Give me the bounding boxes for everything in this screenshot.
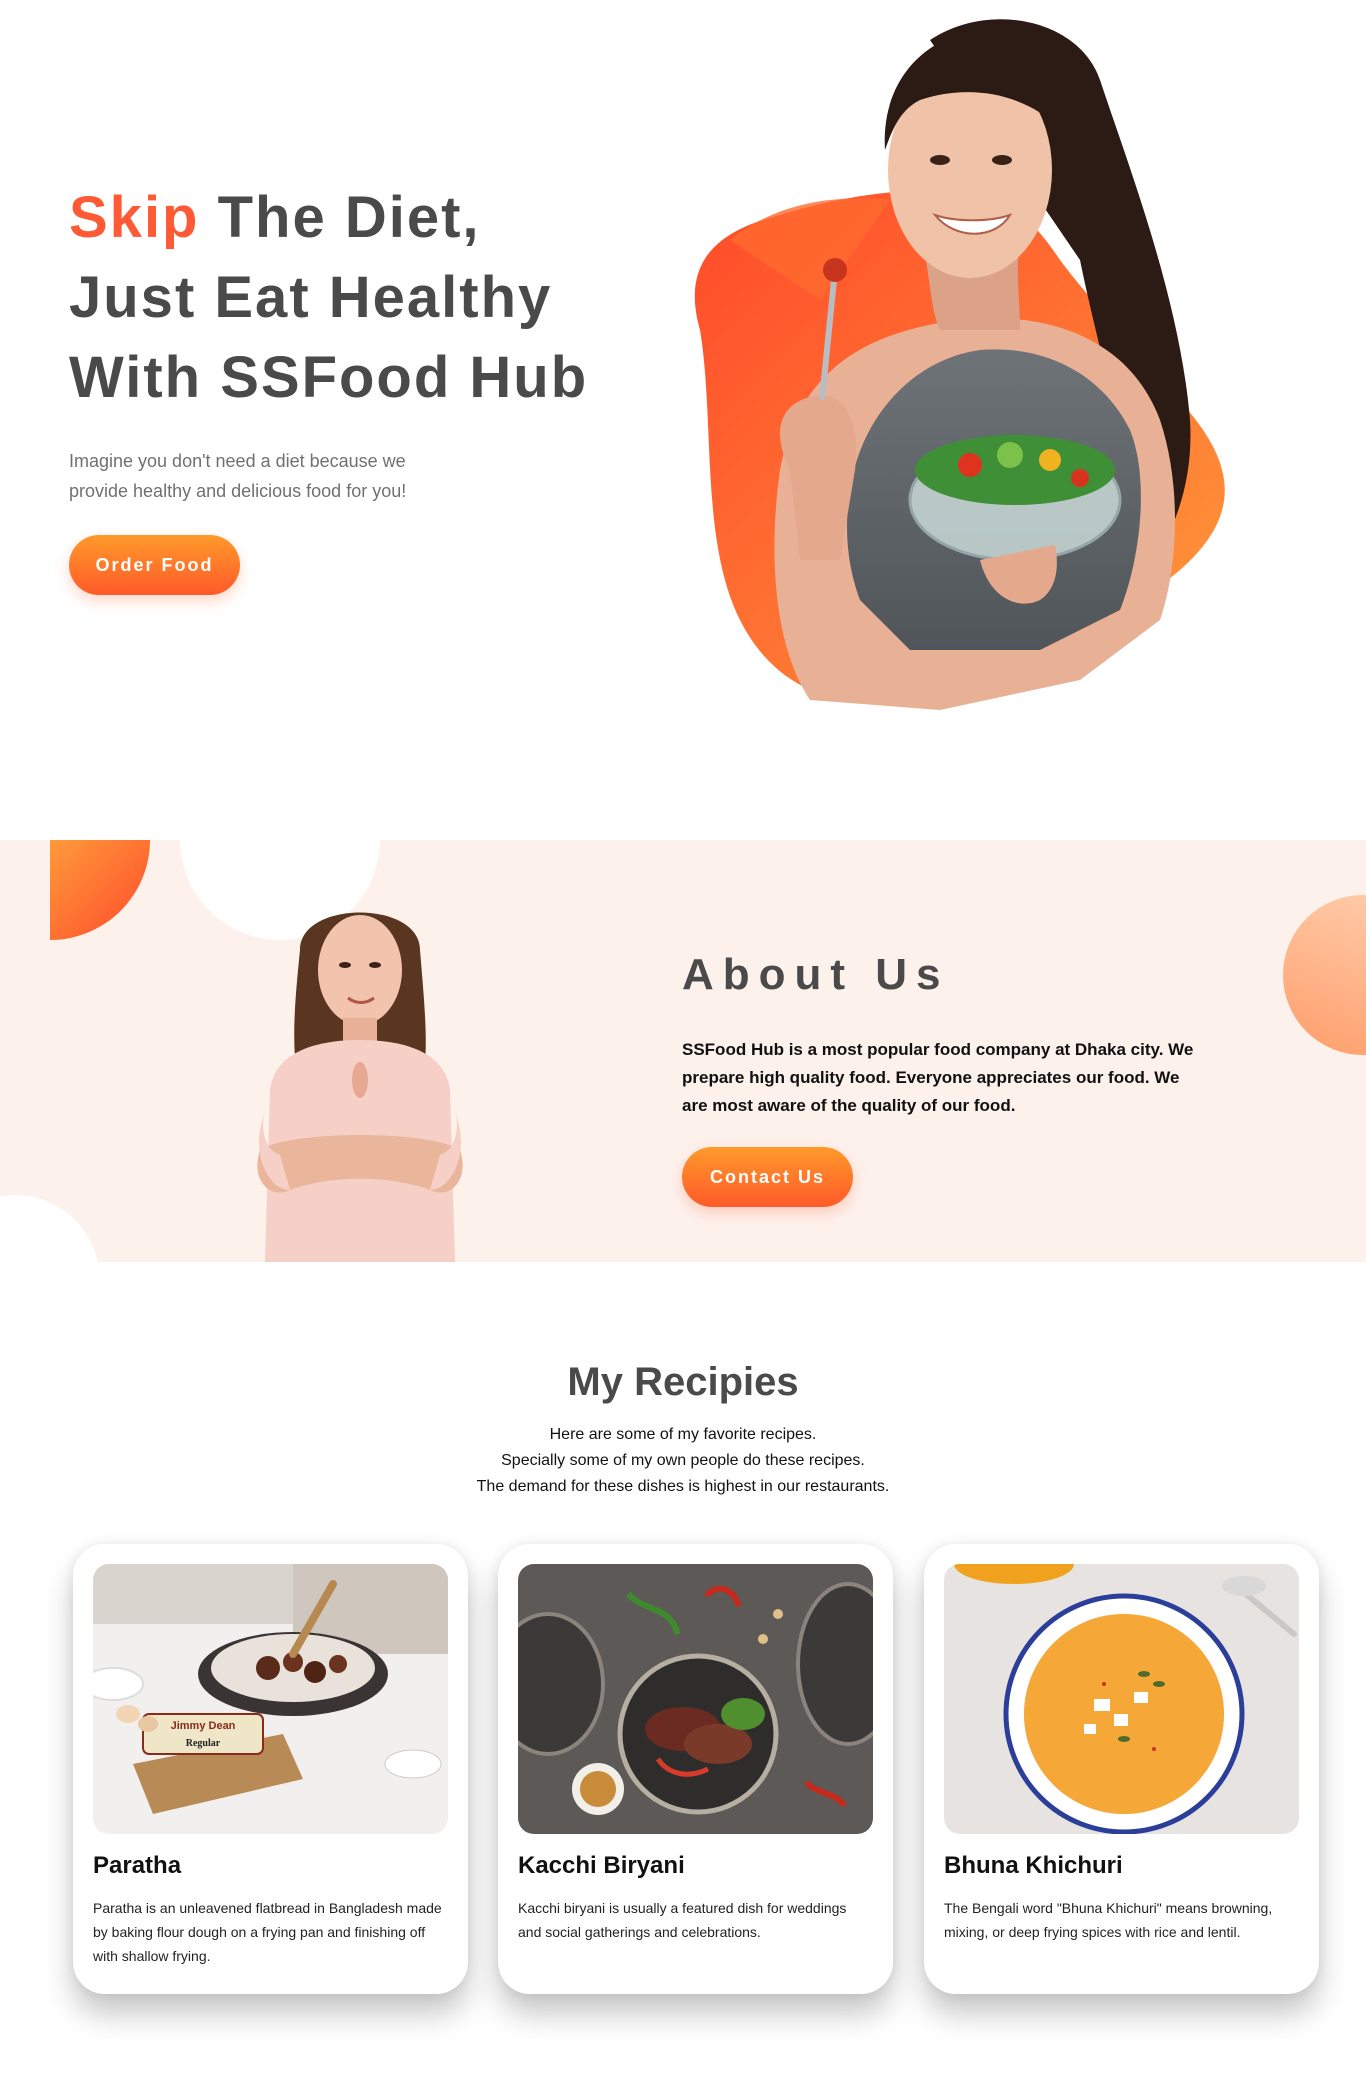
- recipe-card-bhuna-khichuri[interactable]: Bhuna Khichuri The Bengali word "Bhuna K…: [924, 1544, 1319, 1994]
- decorative-quarter-circle: [50, 840, 150, 940]
- recipes-title: My Recipies: [567, 1360, 799, 1404]
- package-label-bottom: Regular: [186, 1738, 221, 1749]
- contact-us-button[interactable]: Contact Us: [682, 1147, 853, 1207]
- recipes-intro-line: The demand for these dishes is highest i…: [476, 1478, 890, 1495]
- decorative-peach-circle: [1283, 895, 1366, 1055]
- recipe-card-description: The Bengali word "Bhuna Khichuri" means …: [944, 1900, 1273, 1940]
- decorative-white-circle: [0, 1195, 100, 1262]
- about-description: SSFood Hub is a most popular food compan…: [682, 1040, 1194, 1115]
- bhuna-khichuri-image: [944, 1564, 1299, 1834]
- hero-title-line3: With SSFood Hub: [69, 345, 589, 410]
- recipe-card-title: Bhuna Khichuri: [944, 1852, 1123, 1879]
- recipes-section: My Recipies Here are some of my favorite…: [0, 1262, 1366, 2095]
- about-title: About Us: [682, 950, 950, 999]
- recipes-intro-line: Here are some of my favorite recipes.: [549, 1426, 817, 1443]
- hero-woman-with-salad-image: [660, 0, 1280, 740]
- about-woman-image: [230, 890, 490, 1262]
- hero-title-line1: The Diet,: [199, 185, 481, 250]
- order-food-button[interactable]: Order Food: [69, 535, 240, 595]
- hero-section: Skip The Diet, Just Eat Healthy With SSF…: [0, 0, 1366, 840]
- hero-title: Skip The Diet, Just Eat Healthy With SSF…: [69, 178, 629, 418]
- recipe-card-description: Kacchi biryani is usually a featured dis…: [518, 1900, 847, 1940]
- recipe-card-title: Paratha: [93, 1852, 182, 1879]
- recipes-intro: Here are some of my favorite recipes. Sp…: [0, 1422, 1366, 1500]
- kacchi-biryani-image: [518, 1564, 873, 1834]
- recipe-card-paratha[interactable]: Jimmy Dean Regular Paratha Paratha is an…: [73, 1544, 468, 1994]
- recipe-card-kacchi-biryani[interactable]: Kacchi Biryani Kacchi biryani is usually…: [498, 1544, 893, 1994]
- recipe-card-description: Paratha is an unleavened flatbread in Ba…: [93, 1900, 442, 1964]
- hero-title-line2: Just Eat Healthy: [69, 265, 553, 330]
- paratha-image: Jimmy Dean Regular: [93, 1564, 448, 1834]
- recipes-intro-line: Specially some of my own people do these…: [501, 1452, 865, 1469]
- hero-subtitle: Imagine you don't need a diet because we…: [69, 451, 407, 501]
- recipe-card-title: Kacchi Biryani: [518, 1852, 685, 1879]
- package-label-top: Jimmy Dean: [171, 1720, 236, 1732]
- hero-title-accent: Skip: [69, 185, 200, 250]
- about-section: About Us SSFood Hub is a most popular fo…: [0, 840, 1366, 1262]
